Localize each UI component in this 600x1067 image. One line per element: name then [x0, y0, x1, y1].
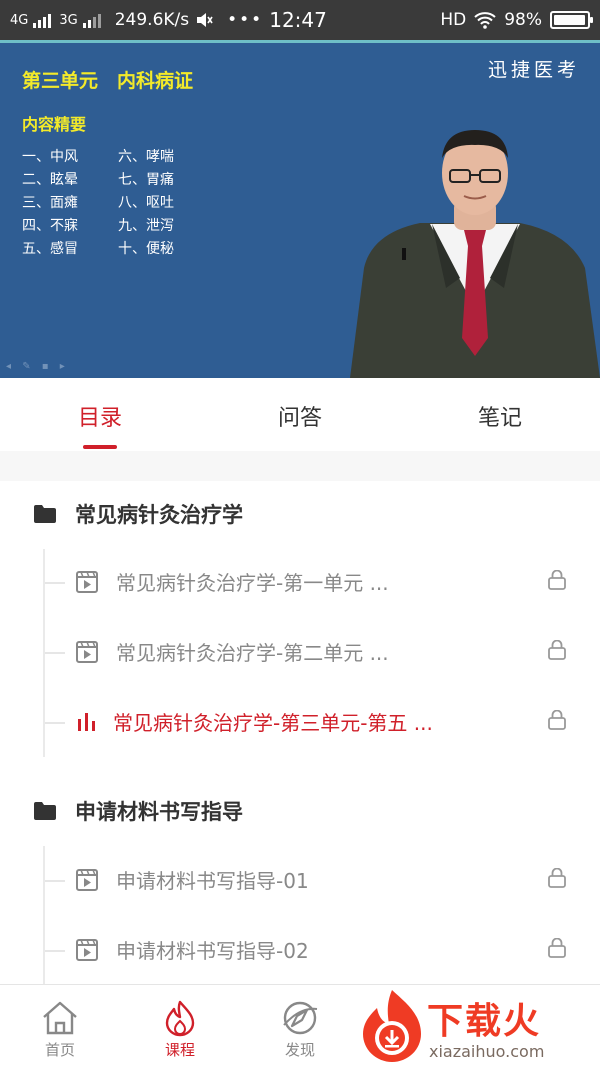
- nav-label: 首页: [44, 1041, 75, 1059]
- slide-item: 九、泄泻: [118, 218, 174, 234]
- clock: 12:47: [269, 8, 327, 32]
- battery-percent: 98%: [504, 10, 542, 30]
- slide-controls-icon: ◂ ✎ ▪ ▸: [6, 361, 69, 372]
- playing-bars-icon: [78, 713, 95, 731]
- network-type-2: 3G: [59, 12, 78, 28]
- watermark: 下载火 xiazaihuo.com: [355, 988, 600, 1067]
- chapter-title: 申请材料书写指导: [75, 800, 243, 824]
- lock-icon: [548, 868, 566, 888]
- tree-branch: [45, 880, 65, 882]
- tab-label: 目录: [77, 406, 122, 431]
- hd-indicator: HD: [440, 10, 467, 30]
- video-icon: [76, 869, 98, 891]
- lesson-title: 常见病针灸治疗学-第一单元 ...: [116, 571, 389, 595]
- lesson-title: 常见病针灸治疗学-第二单元 ...: [116, 641, 389, 665]
- chapter-header[interactable]: 常见病针灸治疗学: [0, 484, 600, 544]
- watermark-url: xiazaihuo.com: [429, 1042, 545, 1061]
- nav-discover[interactable]: 发现: [260, 999, 340, 1060]
- tree-branch: [45, 652, 65, 654]
- slide-item: 七、胃痛: [118, 172, 174, 188]
- video-slide-title: 第三单元 内科病证: [22, 70, 194, 92]
- nav-label: 发现: [284, 1041, 315, 1059]
- lesson-title: 申请材料书写指导-01: [116, 869, 309, 893]
- watermark-title: 下载火: [427, 1001, 542, 1042]
- flame-icon: [165, 1000, 195, 1037]
- section-divider: [0, 451, 600, 481]
- video-player[interactable]: 第三单元 内科病证 迅捷医考 内容精要 一、中风 六、哮喘 二、眩晕 七、胃痛 …: [0, 40, 600, 378]
- video-brand: 迅捷医考: [487, 59, 580, 81]
- lock-icon: [548, 570, 566, 590]
- mute-icon: [195, 11, 213, 29]
- lesson-title: 申请材料书写指导-02: [116, 939, 309, 963]
- compass-icon: [283, 1001, 318, 1035]
- tree-branch: [45, 722, 65, 724]
- chapter-title: 常见病针灸治疗学: [75, 503, 243, 527]
- lesson-item[interactable]: 申请材料书写指导-02: [0, 916, 600, 984]
- slide-item: 十、便秘: [118, 241, 174, 257]
- lesson-title: 常见病针灸治疗学-第三单元-第五 ...: [113, 711, 433, 735]
- presenter-image: [350, 128, 600, 378]
- tree-branch: [45, 950, 65, 952]
- tab-active-indicator: [83, 445, 117, 449]
- lock-icon: [548, 640, 566, 660]
- slide-item: 三、面瘫: [22, 195, 78, 211]
- nav-courses[interactable]: 课程: [140, 999, 220, 1060]
- network-type-1: 4G: [10, 12, 29, 28]
- more-notifications: •••: [227, 10, 264, 30]
- lock-icon: [548, 938, 566, 958]
- signal-icon: [82, 12, 101, 28]
- lesson-item[interactable]: 常见病针灸治疗学-第二单元 ...: [0, 618, 600, 688]
- slide-item: 四、不寐: [22, 218, 78, 234]
- video-icon: [76, 641, 98, 663]
- status-bar: 4G 3G 249.6K/s ••• 12:47 HD 98%: [0, 0, 600, 40]
- network-speed: 249.6K/s: [114, 10, 190, 30]
- slide-item: 八、呕吐: [118, 195, 174, 211]
- slide-item: 一、中风: [22, 149, 78, 165]
- lesson-item[interactable]: 常见病针灸治疗学-第一单元 ...: [0, 548, 600, 618]
- tab-label: 笔记: [477, 406, 522, 431]
- video-slide-subtitle: 内容精要: [22, 115, 87, 134]
- video-slide-list: 一、中风 六、哮喘 二、眩晕 七、胃痛 三、面瘫 八、呕吐 四、不寐 九、泄泻 …: [22, 146, 214, 258]
- course-catalog[interactable]: 常见病针灸治疗学 常见病针灸治疗学-第一单元 ... 常见病针灸治疗学-第二单元…: [0, 481, 600, 984]
- battery-icon: [550, 11, 593, 29]
- wifi-icon: [474, 11, 496, 29]
- video-icon: [76, 939, 98, 961]
- home-icon: [43, 1001, 77, 1035]
- slide-item: 五、感冒: [22, 241, 78, 257]
- tab-notes[interactable]: 笔记: [400, 378, 600, 451]
- video-icon: [76, 571, 98, 593]
- lesson-item[interactable]: 申请材料书写指导-01: [0, 846, 600, 916]
- lock-icon: [548, 710, 566, 730]
- tab-catalog[interactable]: 目录: [0, 378, 200, 451]
- tab-qa[interactable]: 问答: [200, 378, 400, 451]
- tree-branch: [45, 582, 65, 584]
- nav-label: 课程: [164, 1041, 195, 1059]
- folder-icon: [34, 505, 56, 523]
- chapter-header[interactable]: 申请材料书写指导: [0, 781, 600, 841]
- tab-label: 问答: [277, 406, 322, 431]
- lesson-item-playing[interactable]: 常见病针灸治疗学-第三单元-第五 ...: [0, 688, 600, 758]
- signal-icon: [33, 12, 52, 28]
- nav-home[interactable]: 首页: [20, 999, 100, 1060]
- slide-item: 六、哮喘: [118, 149, 174, 165]
- content-tabs: 目录 问答 笔记: [0, 378, 600, 451]
- folder-icon: [34, 802, 56, 820]
- watermark-logo-icon: [363, 990, 421, 1062]
- slide-item: 二、眩晕: [22, 172, 78, 188]
